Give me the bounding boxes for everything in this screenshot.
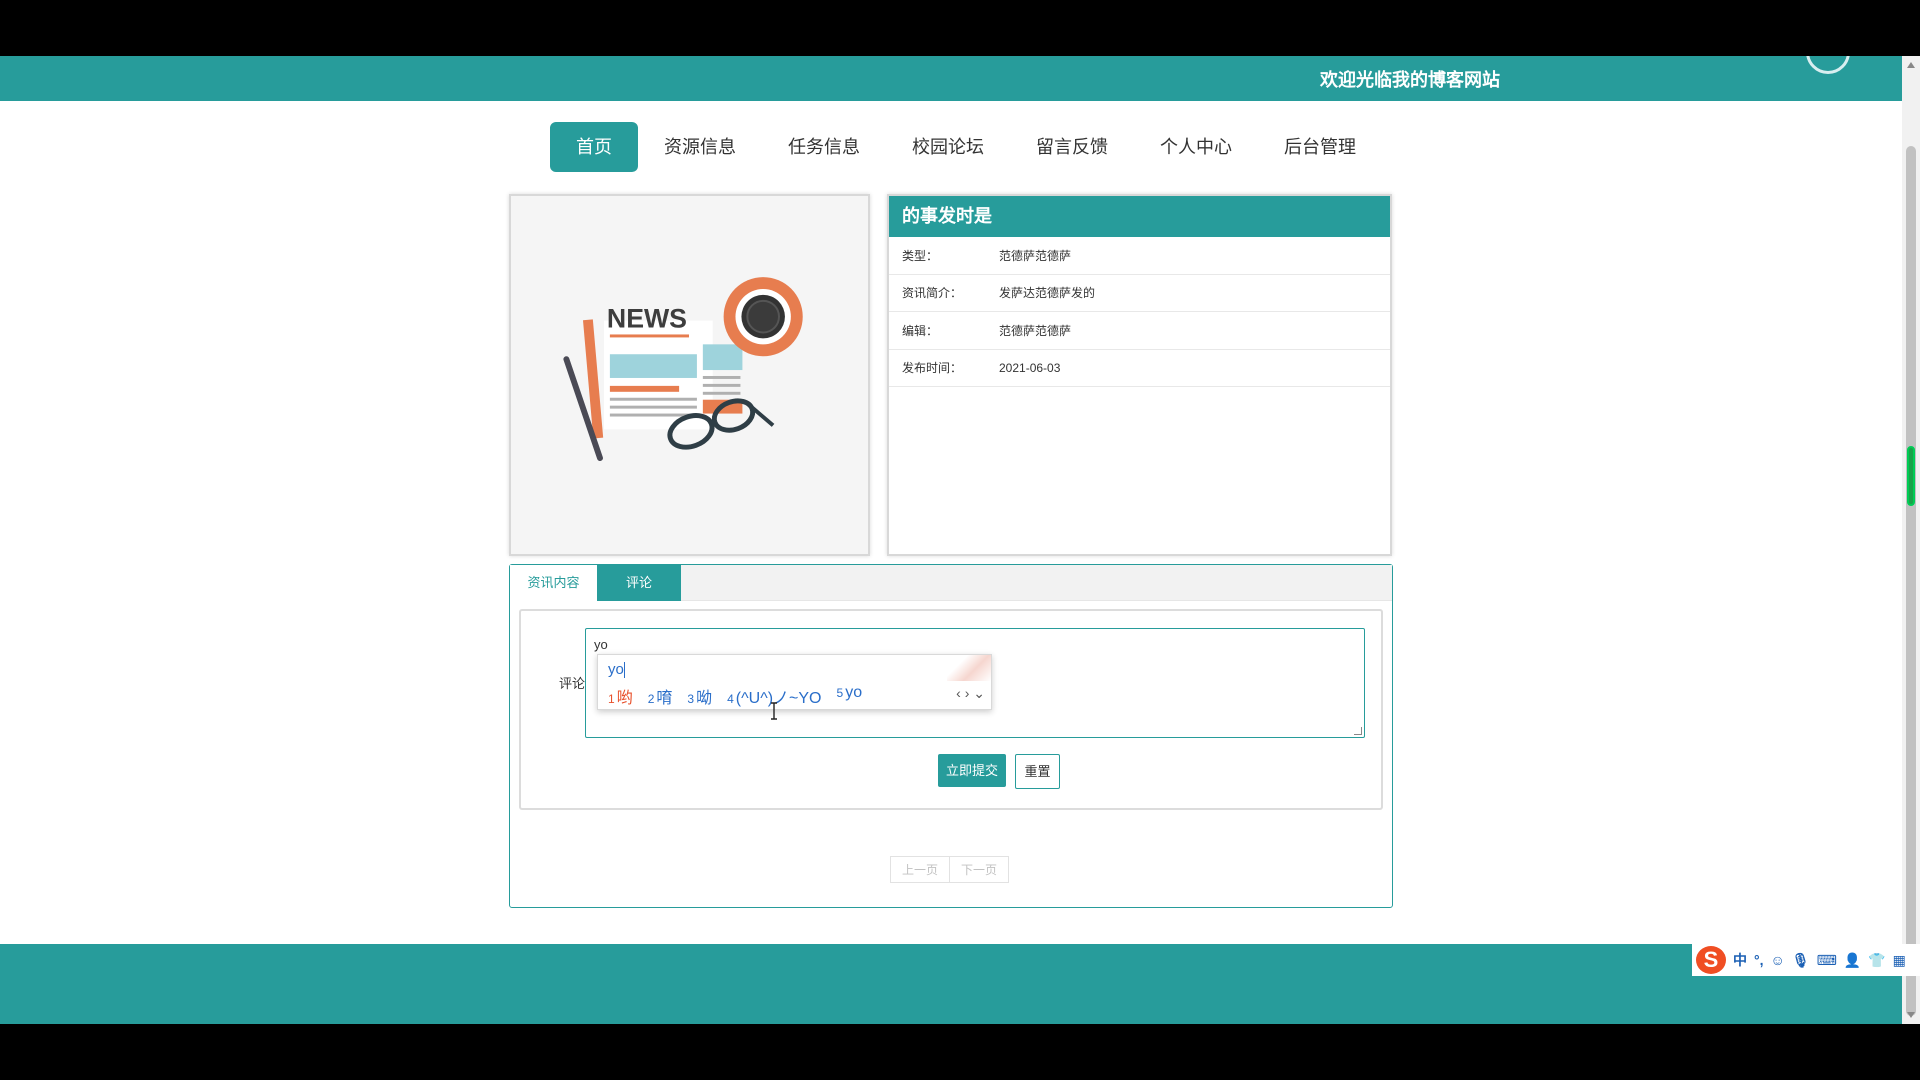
bottom-black-bar (0, 1024, 1920, 1080)
nav-item-tasks[interactable]: 任务信息 (762, 122, 886, 172)
nav-item-feedback[interactable]: 留言反馈 (1010, 122, 1134, 172)
keyboard-icon[interactable]: ⌨ (1817, 952, 1837, 969)
punctuation-toggle[interactable]: °, (1754, 952, 1764, 968)
main-nav: 首页 资源信息 任务信息 校园论坛 留言反馈 个人中心 后台管理 (550, 122, 1382, 172)
info-title: 的事发时是 (889, 196, 1390, 237)
scroll-down-icon[interactable] (1907, 1012, 1915, 1018)
news-image: NEWS (509, 194, 870, 556)
info-row-type: 类型： 范德萨范德萨 (889, 237, 1390, 275)
pagination: 上一页 下一页 (890, 856, 1010, 883)
tab-comments[interactable]: 评论 (597, 565, 681, 601)
ime-candidates: 1哟 2唷 3呦 4 (^U^)ノ~YO 5 yo (608, 684, 877, 708)
info-value: 范德萨范德萨 (999, 248, 1072, 263)
avatar[interactable] (1806, 56, 1850, 74)
emoji-icon[interactable]: ☺ (1771, 952, 1785, 968)
apps-icon[interactable]: ▦ (1893, 952, 1906, 969)
comment-text: yo (594, 637, 608, 652)
ime-candidate[interactable]: 5 yo (837, 684, 863, 708)
ime-candidate[interactable]: 3呦 (687, 684, 712, 708)
nav-item-forum[interactable]: 校园论坛 (886, 122, 1010, 172)
info-key: 编辑： (902, 323, 939, 338)
site-footer (0, 944, 1902, 1024)
ime-candidate[interactable]: 2唷 (648, 684, 673, 708)
scrollbar[interactable] (1902, 56, 1920, 1024)
prev-page-button[interactable]: 上一页 (890, 856, 951, 883)
comment-label: 评论 (559, 676, 586, 691)
microphone-icon[interactable]: 🎙 (1792, 952, 1810, 969)
info-key: 发布时间： (902, 361, 963, 376)
scroll-position-marker (1907, 446, 1915, 506)
ime-mode-toggle[interactable]: 中 (1733, 950, 1747, 970)
sogou-logo-icon[interactable]: S (1696, 946, 1726, 974)
info-panel: 的事发时是 类型： 范德萨范德萨 资讯简介： 发萨达范德萨发的 编辑： 范德萨范… (887, 194, 1392, 556)
scrollbar-thumb[interactable] (1906, 146, 1916, 1016)
nav-item-profile[interactable]: 个人中心 (1134, 122, 1258, 172)
nav-item-home[interactable]: 首页 (550, 122, 638, 172)
info-value: 2021-06-03 (999, 360, 1061, 375)
nav-item-resources[interactable]: 资源信息 (638, 122, 762, 172)
user-icon[interactable]: 👤 (1844, 952, 1861, 969)
tab-news-content[interactable]: 资讯内容 (510, 565, 597, 601)
nav-item-admin[interactable]: 后台管理 (1258, 122, 1382, 172)
info-value: 范德萨范德萨 (999, 323, 1072, 338)
ime-candidate-popup: yo 1哟 2唷 3呦 4 (^U^)ノ~YO 5 yo ‹ › ⌄ (597, 654, 992, 710)
info-key: 类型： (902, 248, 939, 263)
ime-page-arrows-icon[interactable]: ‹ › ⌄ (956, 685, 985, 702)
ime-composition: yo (608, 661, 625, 679)
news-text: NEWS (607, 304, 687, 334)
info-value: 发萨达范德萨发的 (999, 286, 1096, 301)
top-black-bar (0, 0, 1920, 56)
ime-toolbar: S 中 °, ☺ 🎙 ⌨ 👤 👕 ▦ (1692, 944, 1920, 976)
info-row-summary: 资讯简介： 发萨达范德萨发的 (889, 275, 1390, 312)
page: 欢迎光临我的博客网站 首页 资源信息 任务信息 校园论坛 留言反馈 个人中心 后… (0, 56, 1902, 1024)
reset-button[interactable]: 重置 (1015, 754, 1060, 789)
info-row-editor: 编辑： 范德萨范德萨 (889, 312, 1390, 350)
site-header: 欢迎光临我的博客网站 (0, 56, 1902, 101)
ime-skin-decoration (947, 655, 991, 681)
welcome-text: 欢迎光临我的博客网站 (1320, 70, 1500, 90)
info-key: 资讯简介： (902, 286, 963, 301)
info-row-date: 发布时间： 2021-06-03 (889, 350, 1390, 387)
tab-strip: 资讯内容 评论 (510, 565, 1392, 601)
ime-candidate[interactable]: 1哟 (608, 684, 633, 708)
scroll-up-icon[interactable] (1907, 62, 1915, 68)
news-illustration: NEWS (563, 277, 803, 462)
next-page-button[interactable]: 下一页 (950, 856, 1010, 883)
submit-button[interactable]: 立即提交 (938, 754, 1006, 787)
resize-handle[interactable] (1354, 727, 1362, 735)
content-tabs: 资讯内容 评论 评论 yo 立即提交 重置 上一页 下一页 (509, 564, 1393, 908)
shirt-icon[interactable]: 👕 (1868, 952, 1885, 969)
text-cursor-icon (771, 702, 777, 720)
